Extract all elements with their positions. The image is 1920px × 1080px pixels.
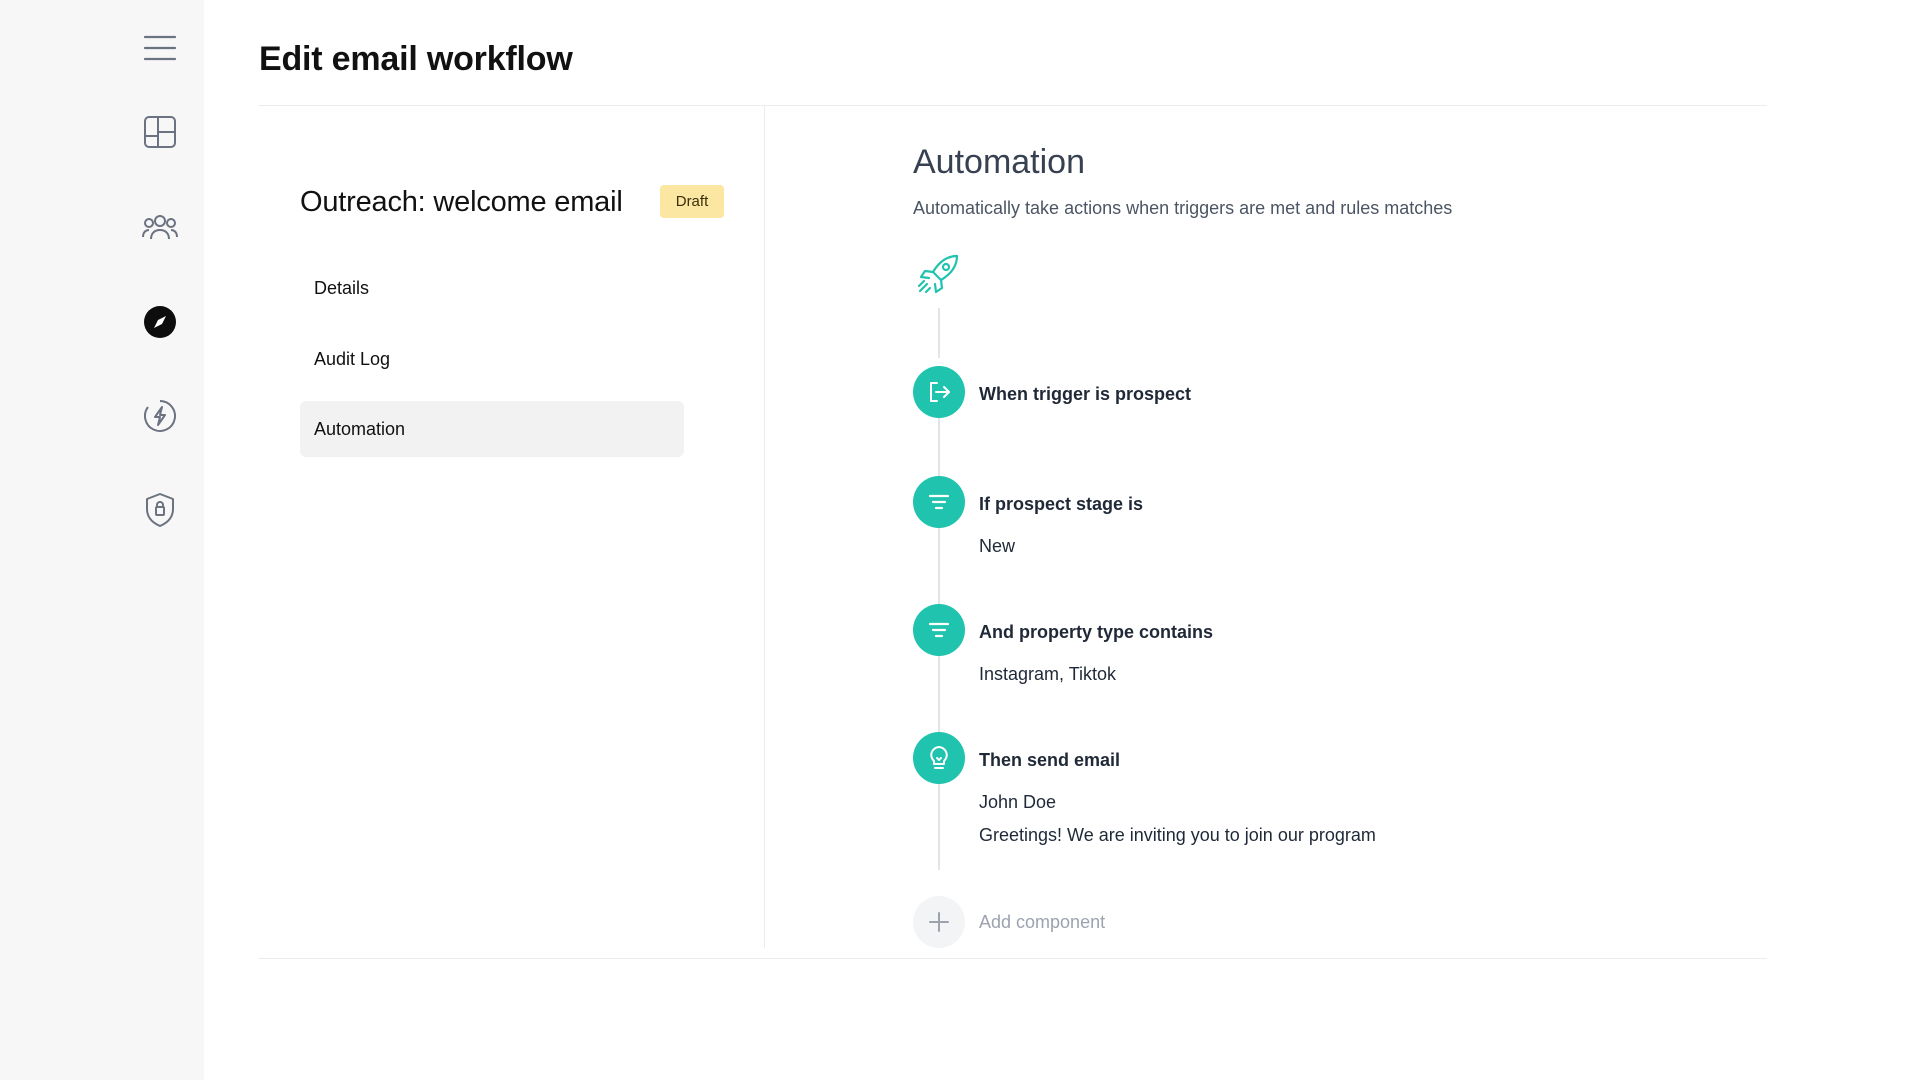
action-step-icon[interactable] (913, 732, 965, 784)
layout-icon[interactable] (140, 112, 180, 152)
step-value: Instagram, Tiktok (979, 664, 1117, 684)
step-title: And property type contains (979, 622, 1214, 642)
step-title: When trigger is prospect (979, 384, 1192, 404)
add-component-label[interactable]: Add component (979, 912, 1105, 933)
condition-step-icon[interactable] (913, 604, 965, 656)
trigger-step-icon[interactable] (913, 366, 965, 418)
filter-icon (928, 494, 950, 510)
condition-step-icon[interactable] (913, 476, 965, 528)
page-title: Edit email workflow (259, 40, 573, 78)
step-title: If prospect stage is (979, 494, 1144, 514)
lightning-icon[interactable] (140, 396, 180, 436)
timeline-connector (938, 784, 940, 870)
status-badge: Draft (660, 185, 724, 218)
timeline-connector (938, 656, 940, 732)
plus-icon (929, 912, 949, 932)
email-subject: Greetings! We are inviting you to join o… (979, 825, 1376, 845)
nav-item-automation[interactable]: Automation (300, 401, 684, 457)
email-sender: John Doe (979, 792, 1057, 812)
exit-icon (930, 382, 950, 402)
timeline-connector (938, 308, 940, 358)
shield-icon[interactable] (140, 490, 180, 530)
divider (764, 106, 765, 948)
section-title: Automation (913, 143, 1085, 181)
timeline-connector (938, 528, 940, 604)
step-title: Then send email (979, 750, 1121, 770)
add-component-button[interactable] (913, 896, 965, 948)
rocket-icon (913, 250, 963, 300)
users-icon[interactable] (140, 207, 180, 247)
workflow-name: Outreach: welcome email (300, 186, 623, 218)
sidebar (0, 0, 204, 1080)
filter-icon (928, 622, 950, 638)
step-value: New (979, 536, 1016, 556)
menu-icon[interactable] (140, 28, 180, 68)
bulb-icon (930, 746, 948, 769)
nav-item-details[interactable]: Details (300, 260, 684, 316)
nav-item-audit-log[interactable]: Audit Log (300, 331, 684, 387)
section-subtitle: Automatically take actions when triggers… (913, 198, 1453, 218)
compass-icon[interactable] (140, 302, 180, 342)
divider (259, 958, 1767, 959)
timeline-connector (938, 418, 940, 476)
divider (259, 105, 1767, 106)
